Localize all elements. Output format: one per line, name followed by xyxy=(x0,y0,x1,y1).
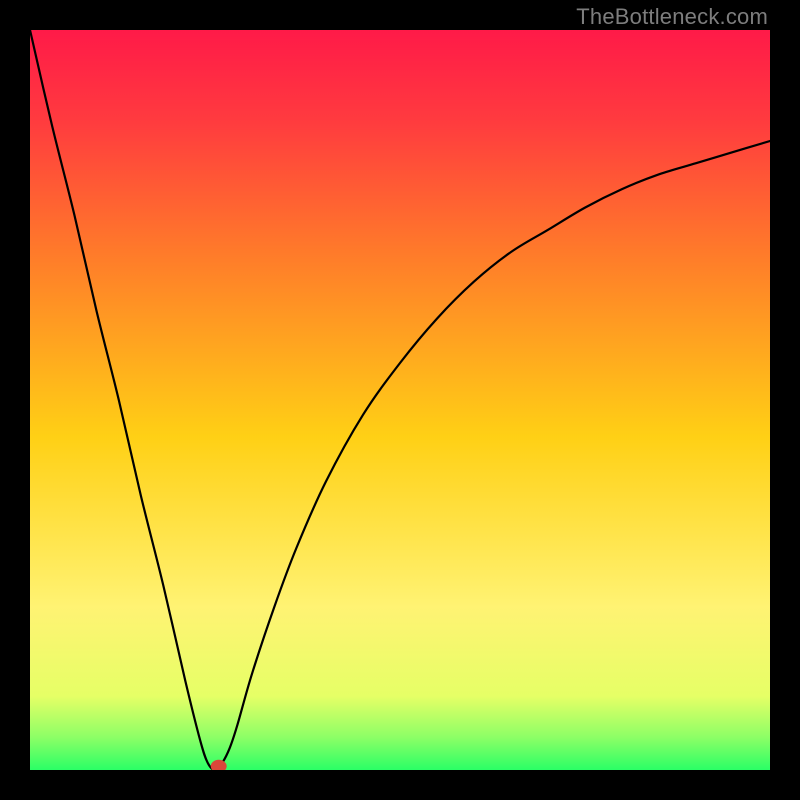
gradient-background xyxy=(30,30,770,770)
plot-area xyxy=(30,30,770,770)
chart-svg xyxy=(30,30,770,770)
watermark-label: TheBottleneck.com xyxy=(576,4,768,30)
chart-frame: TheBottleneck.com xyxy=(0,0,800,800)
